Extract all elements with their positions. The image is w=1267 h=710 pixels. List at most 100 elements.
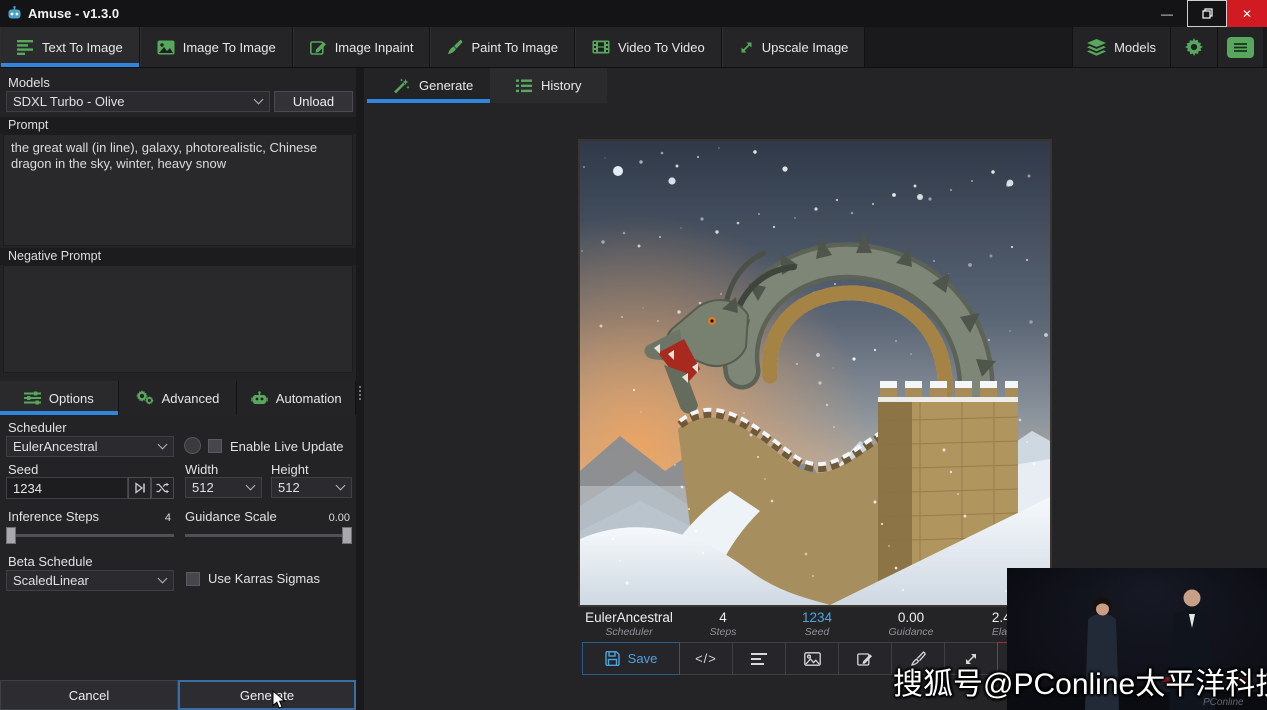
tab-label: Generate [419,78,473,93]
generated-image[interactable] [578,139,1052,607]
beta-schedule-label: Beta Schedule [8,554,93,569]
seed-shuffle-button[interactable] [151,477,174,499]
nav-tab-image-inpaint[interactable]: Image Inpaint [293,27,431,67]
robot-icon [251,391,268,406]
layers-icon [1087,39,1106,56]
generate-button[interactable]: Generate [178,680,356,710]
code-icon: </> [695,651,717,666]
tab-automation[interactable]: Automation [237,381,356,415]
film-icon [592,40,610,54]
beta-schedule-select[interactable]: ScaledLinear [6,570,174,591]
tab-advanced[interactable]: Advanced [119,381,238,415]
panel-splitter[interactable] [356,68,364,710]
tab-label: Options [49,391,94,406]
maximize-button[interactable] [1187,0,1227,27]
image-icon [804,652,821,666]
chevron-down-icon [246,481,256,491]
live-update-toggle[interactable] [184,437,201,454]
app-logo-icon [7,6,22,21]
save-label: Save [628,651,658,666]
scheduler-select[interactable]: EulerAncestral [6,436,174,457]
nav-tab-label: Video To Video [618,40,705,55]
nav-tab-paint-to-image[interactable]: Paint To Image [430,27,574,67]
guidance-scale-label: Guidance Scale [185,509,277,524]
tab-label: History [541,78,581,93]
guidance-scale-value: 0.00 [318,512,350,524]
nav-tab-label: Upscale Image [762,40,849,55]
shuffle-icon [156,482,169,494]
edit-icon [857,651,873,666]
nav-tab-label: Image Inpaint [335,40,414,55]
main-toolbar: Text To Image Image To Image Image Inpai… [0,27,1267,68]
scheduler-value: EulerAncestral [7,439,155,454]
nav-tab-label: Image To Image [183,40,276,55]
history-list-icon [516,79,532,93]
send-to-inpaint-button[interactable] [838,642,892,675]
negative-prompt-header: Negative Prompt [0,248,356,265]
tab-options[interactable]: Options [0,381,119,415]
models-section-label: Models [8,75,50,90]
stat-seed: 1234 Seed [770,609,864,641]
karras-sigmas-checkbox[interactable] [186,572,200,586]
stat-value: 0.00 [864,610,958,625]
models-label: Models [1114,40,1156,55]
chevron-down-icon [254,95,264,105]
close-button[interactable]: ✕ [1227,0,1267,27]
title-bar: Amuse - v1.3.0 — ✕ [0,0,1267,27]
stat-scheduler: EulerAncestral Scheduler [582,609,676,641]
picture-icon [157,40,175,55]
models-button[interactable]: Models [1072,27,1170,67]
send-to-image-button[interactable] [785,642,839,675]
seed-label: Seed [8,462,38,477]
tab-history[interactable]: History [490,68,607,103]
seed-step-button[interactable] [128,477,151,499]
nav-tab-label: Text To Image [42,40,123,55]
slider-thumb[interactable] [6,527,16,544]
inference-steps-label: Inference Steps [8,509,99,524]
nav-tab-text-to-image[interactable]: Text To Image [0,27,140,67]
model-select[interactable]: SDXL Turbo - Olive [6,91,270,112]
options-tab-strip: Options Advanced Automation [0,381,356,415]
height-select[interactable]: 512 [271,477,352,498]
tab-generate[interactable]: Generate [367,68,499,103]
guidance-scale-slider[interactable] [185,527,352,544]
queue-list-button[interactable] [1217,27,1263,67]
prompt-info-button[interactable] [732,642,786,675]
text-align-icon [751,653,767,665]
prompt-input[interactable]: the great wall (in line), galaxy, photor… [3,134,353,246]
paintbrush-icon [447,39,463,55]
nav-tab-upscale-image[interactable]: Upscale Image [722,27,866,67]
settings-button[interactable] [1170,27,1217,67]
edit-square-icon [310,39,327,55]
inference-steps-value: 4 [155,512,171,524]
nav-tab-image-to-image[interactable]: Image To Image [140,27,293,67]
scheduler-label: Scheduler [8,420,67,435]
model-select-value: SDXL Turbo - Olive [7,94,251,109]
cancel-button[interactable]: Cancel [0,680,178,710]
negative-prompt-input[interactable] [3,265,353,373]
stat-value: EulerAncestral [582,610,676,625]
live-update-checkbox[interactable] [208,439,222,453]
slider-thumb[interactable] [342,527,352,544]
result-info-bar: EulerAncestral Scheduler 4 Steps 1234 Se… [582,609,1052,641]
text-lines-icon [17,40,34,55]
height-value: 512 [272,480,333,495]
unload-button[interactable]: Unload [274,91,353,112]
save-button[interactable]: Save [582,642,680,675]
chevron-down-icon [158,574,168,584]
stat-value: 1234 [770,610,864,625]
splitter-grip-icon [359,386,361,402]
stat-label: Seed [770,626,864,638]
tab-label: Advanced [162,391,220,406]
inference-steps-slider[interactable] [6,527,174,544]
gears-icon [136,390,154,406]
copy-code-button[interactable]: </> [679,642,733,675]
prompt-header: Prompt [0,117,356,134]
stat-value: 4 [676,610,770,625]
nav-tab-video-to-video[interactable]: Video To Video [575,27,722,67]
sliders-icon [24,391,41,405]
minimize-button[interactable]: — [1147,0,1187,27]
seed-input[interactable] [6,477,128,499]
height-label: Height [271,462,309,477]
width-select[interactable]: 512 [185,477,262,498]
